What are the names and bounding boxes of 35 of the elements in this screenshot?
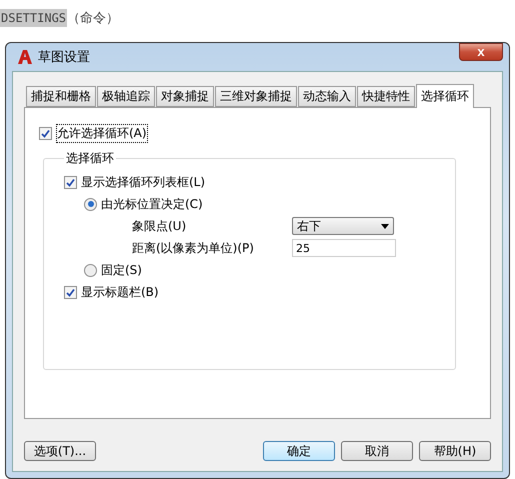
dialog-button[interactable]: 确定 bbox=[263, 441, 335, 461]
checkbox[interactable] bbox=[64, 176, 77, 188]
checkbox-label: 允许选择循环(A) bbox=[56, 124, 148, 142]
checkbox[interactable] bbox=[39, 126, 52, 140]
checkbox-label: 显示标题栏(B) bbox=[81, 284, 159, 300]
tab[interactable]: 捕捉和栅格 bbox=[26, 86, 96, 107]
checkbox[interactable] bbox=[64, 286, 77, 298]
dialog-button[interactable]: 取消 bbox=[341, 441, 413, 461]
quadrant-dropdown[interactable]: 右下 bbox=[292, 217, 394, 235]
caret-icon bbox=[381, 224, 389, 228]
radio-button[interactable] bbox=[84, 264, 97, 276]
field-label: 距离(以像素为单位)(P) bbox=[132, 240, 255, 256]
group-title: 选择循环 bbox=[65, 150, 115, 167]
field-label: 象限点(U) bbox=[132, 218, 188, 234]
close-button[interactable]: x bbox=[459, 43, 503, 61]
window-title: 草图设置 bbox=[38, 49, 90, 66]
radio-label: 固定(S) bbox=[101, 262, 142, 278]
tab[interactable]: 极轴追踪 bbox=[97, 86, 155, 107]
checkmark-icon bbox=[66, 178, 75, 186]
caption-text: （命令） bbox=[67, 10, 120, 27]
dialog-button[interactable]: 帮助(H) bbox=[419, 441, 491, 461]
distance-input[interactable]: 25 bbox=[292, 239, 396, 257]
tab[interactable]: 三维对象捕捉 bbox=[215, 86, 297, 107]
command-name: DSETTINGS bbox=[0, 9, 68, 27]
tab[interactable]: 对象捕捉 bbox=[156, 86, 214, 107]
tab[interactable]: 动态输入 bbox=[298, 86, 356, 107]
tab[interactable]: 快捷特性 bbox=[357, 86, 415, 107]
tab[interactable]: 选择循环 bbox=[416, 84, 474, 108]
checkmark-icon bbox=[66, 288, 75, 296]
radio-label: 由光标位置决定(C) bbox=[101, 196, 203, 212]
radio-button[interactable] bbox=[84, 198, 97, 210]
app-logo-icon bbox=[18, 50, 32, 64]
checkmark-icon bbox=[41, 128, 50, 138]
dialog-button[interactable]: 选项(T)... bbox=[24, 441, 96, 461]
checkbox-label: 显示选择循环列表框(L) bbox=[81, 174, 206, 190]
